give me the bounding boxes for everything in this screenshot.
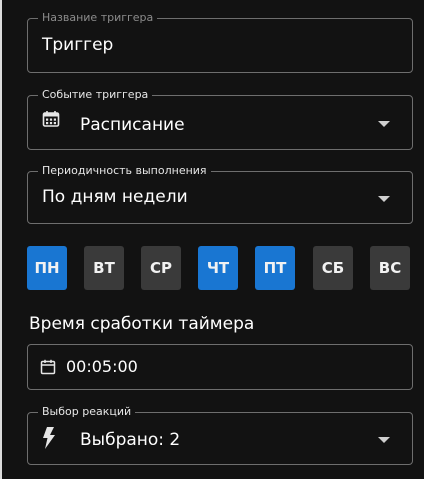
periodicity-select[interactable]: Периодичность выполнения По дням недели xyxy=(27,164,413,224)
day-button-wed[interactable]: СР xyxy=(141,246,181,290)
periodicity-label: Периодичность выполнения xyxy=(38,164,211,178)
day-button-fri[interactable]: ПТ xyxy=(255,246,295,290)
day-button-thu[interactable]: ЧТ xyxy=(198,246,238,290)
reactions-select[interactable]: Выбор реакций Выбрано: 2 xyxy=(27,405,413,465)
day-button-sun[interactable]: ВС xyxy=(370,246,410,290)
reactions-label: Выбор реакций xyxy=(38,405,136,419)
chevron-down-icon xyxy=(378,196,390,202)
timer-value[interactable]: 00:05:00 xyxy=(66,357,138,376)
reactions-value: Выбрано: 2 xyxy=(80,430,181,450)
trigger-name-field[interactable]: Название триггера Триггер xyxy=(27,11,413,73)
day-button-mon[interactable]: ПН xyxy=(27,246,67,290)
day-button-tue[interactable]: ВТ xyxy=(84,246,124,290)
trigger-name-value[interactable]: Триггер xyxy=(42,35,113,55)
trigger-name-label: Название триггера xyxy=(38,11,158,25)
calendar-icon xyxy=(42,111,60,127)
timer-field[interactable]: 00:05:00 xyxy=(27,344,413,390)
trigger-settings-panel: Название триггера Триггер Событие тригге… xyxy=(0,0,424,479)
weekday-selector: ПН ВТ СР ЧТ ПТ СБ ВС xyxy=(27,246,413,290)
calendar-icon xyxy=(40,359,56,375)
lightning-icon xyxy=(43,427,55,449)
day-button-sat[interactable]: СБ xyxy=(313,246,353,290)
timer-section-title: Время сработки таймера xyxy=(29,314,255,334)
trigger-event-label: Событие триггера xyxy=(38,88,153,102)
trigger-event-value: Расписание xyxy=(80,115,185,135)
chevron-down-icon xyxy=(378,437,390,443)
chevron-down-icon xyxy=(378,121,390,127)
periodicity-value: По дням недели xyxy=(42,187,188,207)
trigger-event-select[interactable]: Событие триггера Расписание xyxy=(27,88,413,150)
